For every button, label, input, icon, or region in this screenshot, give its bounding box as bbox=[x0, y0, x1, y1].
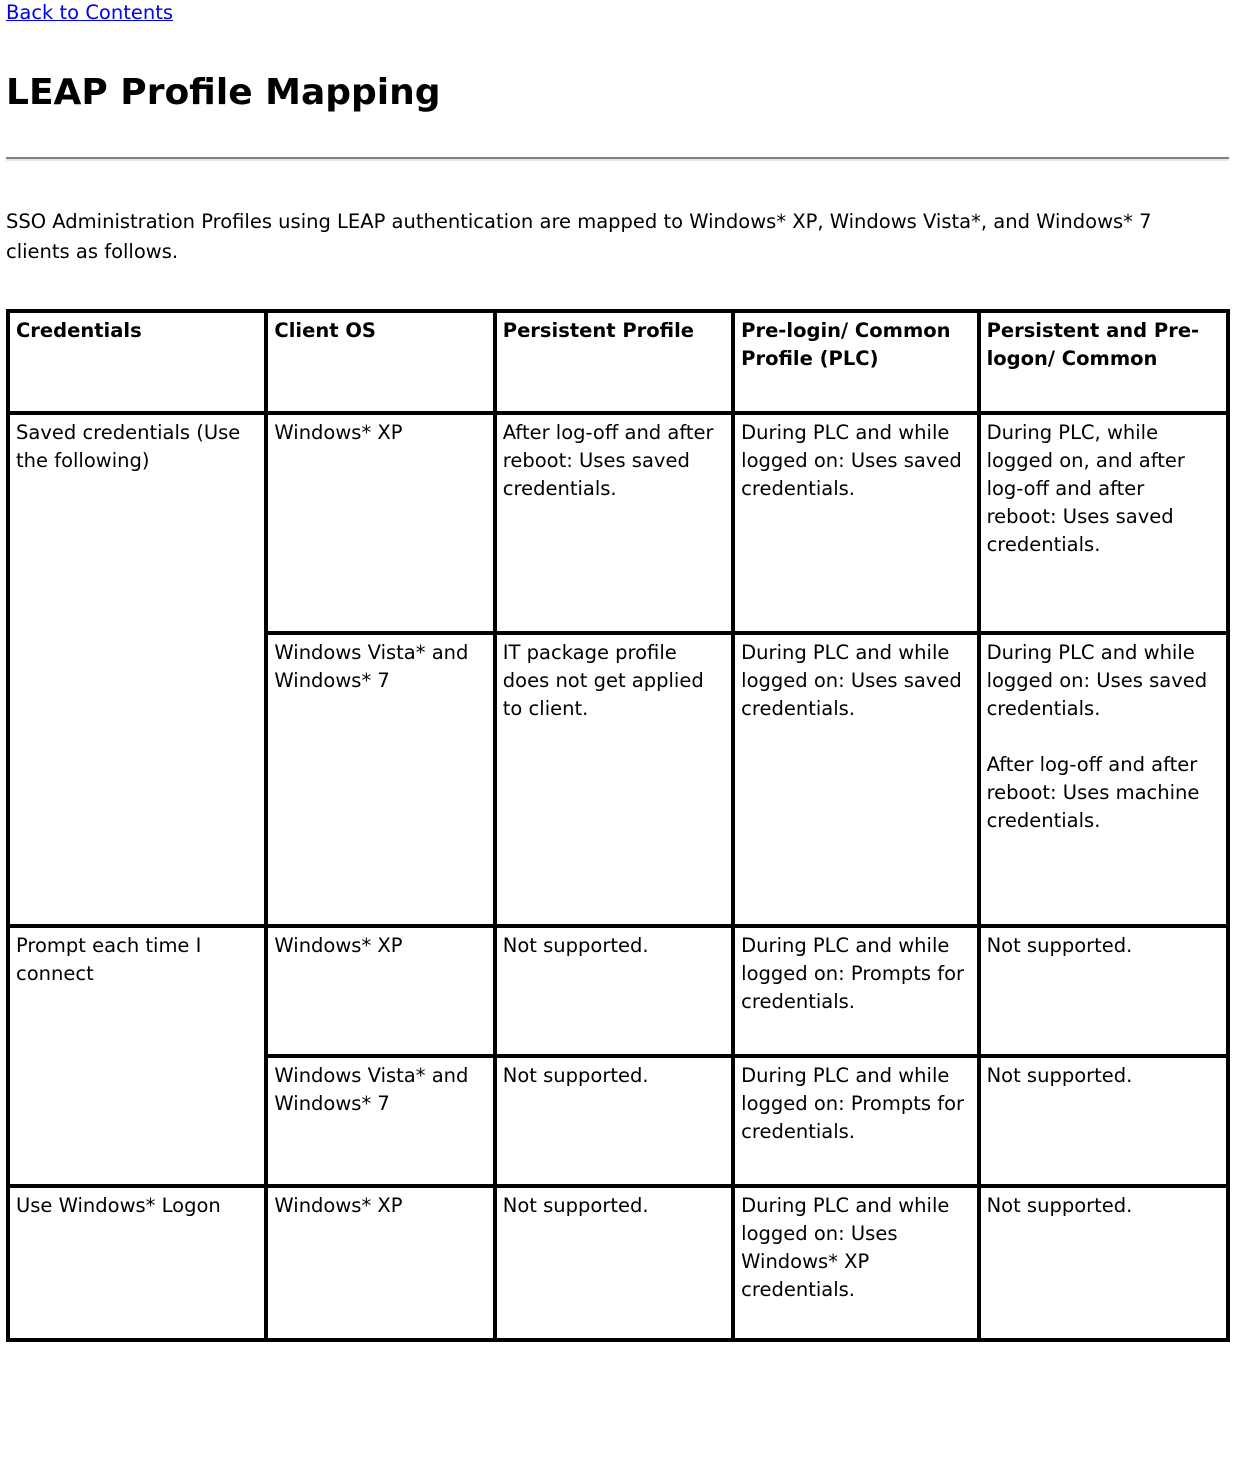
table-header-row: Credentials Client OS Persistent Profile… bbox=[8, 311, 1228, 413]
cell-persistent-and-pre-logon-common: Not supported. bbox=[978, 1056, 1228, 1186]
cell-persistent-profile: IT package profile does not get applied … bbox=[494, 633, 734, 926]
cell-persistent-profile: Not supported. bbox=[494, 1186, 734, 1340]
breadcrumb: Back to Contents bbox=[4, 0, 1229, 27]
cell-pre-login-common-profile: During PLC and while logged on: Uses Win… bbox=[733, 1186, 979, 1340]
cell-pre-login-common-profile: During PLC and while logged on: Uses sav… bbox=[733, 413, 979, 633]
cell-client-os: Windows Vista* and Windows* 7 bbox=[266, 633, 495, 926]
page-title: LEAP Profile Mapping bbox=[6, 72, 441, 113]
cell-text-secondary: After log-off and after reboot: Uses mac… bbox=[986, 753, 1200, 832]
column-header-credentials: Credentials bbox=[8, 311, 267, 413]
cell-persistent-and-pre-logon-common: Not supported. bbox=[978, 926, 1228, 1056]
cell-credentials: Use Windows* Logon bbox=[8, 1186, 267, 1340]
cell-client-os: Windows Vista* and Windows* 7 bbox=[266, 1056, 495, 1186]
leap-profile-mapping-table: Credentials Client OS Persistent Profile… bbox=[6, 309, 1230, 1342]
cell-persistent-profile: Not supported. bbox=[494, 926, 734, 1056]
table-row: Prompt each time I connect Windows* XP N… bbox=[8, 926, 1228, 1186]
column-header-persistent-profile: Persistent Profile bbox=[494, 311, 734, 413]
cell-pre-login-common-profile: During PLC and while logged on: Prompts … bbox=[733, 1056, 979, 1186]
column-header-client-os: Client OS bbox=[266, 311, 495, 413]
document-page: Back to Contents LEAP Profile Mapping SS… bbox=[0, 0, 1233, 1342]
table-row: Saved credentials (Use the following) Wi… bbox=[8, 413, 1228, 926]
cell-credentials: Saved credentials (Use the following) bbox=[8, 413, 267, 926]
cell-persistent-and-pre-logon-common: During PLC, while logged on, and after l… bbox=[978, 413, 1228, 633]
cell-persistent-and-pre-logon-common: During PLC and while logged on: Uses sav… bbox=[978, 633, 1228, 926]
horizontal-rule-divider bbox=[6, 157, 1229, 161]
column-header-pre-login-common-profile: Pre-login/ Common Profile (PLC) bbox=[733, 311, 979, 413]
column-header-persistent-and-pre-logon-common: Persistent and Pre-logon/ Common bbox=[978, 311, 1228, 413]
back-to-contents-link[interactable]: Back to Contents bbox=[6, 1, 173, 24]
cell-persistent-profile: Not supported. bbox=[494, 1056, 734, 1186]
cell-client-os: Windows* XP bbox=[266, 413, 495, 633]
cell-pre-login-common-profile: During PLC and while logged on: Uses sav… bbox=[733, 633, 979, 926]
cell-credentials: Prompt each time I connect bbox=[8, 926, 267, 1186]
cell-client-os: Windows* XP bbox=[266, 1186, 495, 1340]
cell-persistent-and-pre-logon-common: Not supported. bbox=[978, 1186, 1228, 1340]
intro-paragraph: SSO Administration Profiles using LEAP a… bbox=[6, 210, 1152, 263]
cell-pre-login-common-profile: During PLC and while logged on: Prompts … bbox=[733, 926, 979, 1056]
cell-client-os: Windows* XP bbox=[266, 926, 495, 1056]
cell-persistent-profile: After log-off and after reboot: Uses sav… bbox=[494, 413, 734, 633]
table-row: Use Windows* Logon Windows* XP Not suppo… bbox=[8, 1186, 1228, 1340]
cell-text-primary: During PLC and while logged on: Uses sav… bbox=[986, 641, 1208, 720]
